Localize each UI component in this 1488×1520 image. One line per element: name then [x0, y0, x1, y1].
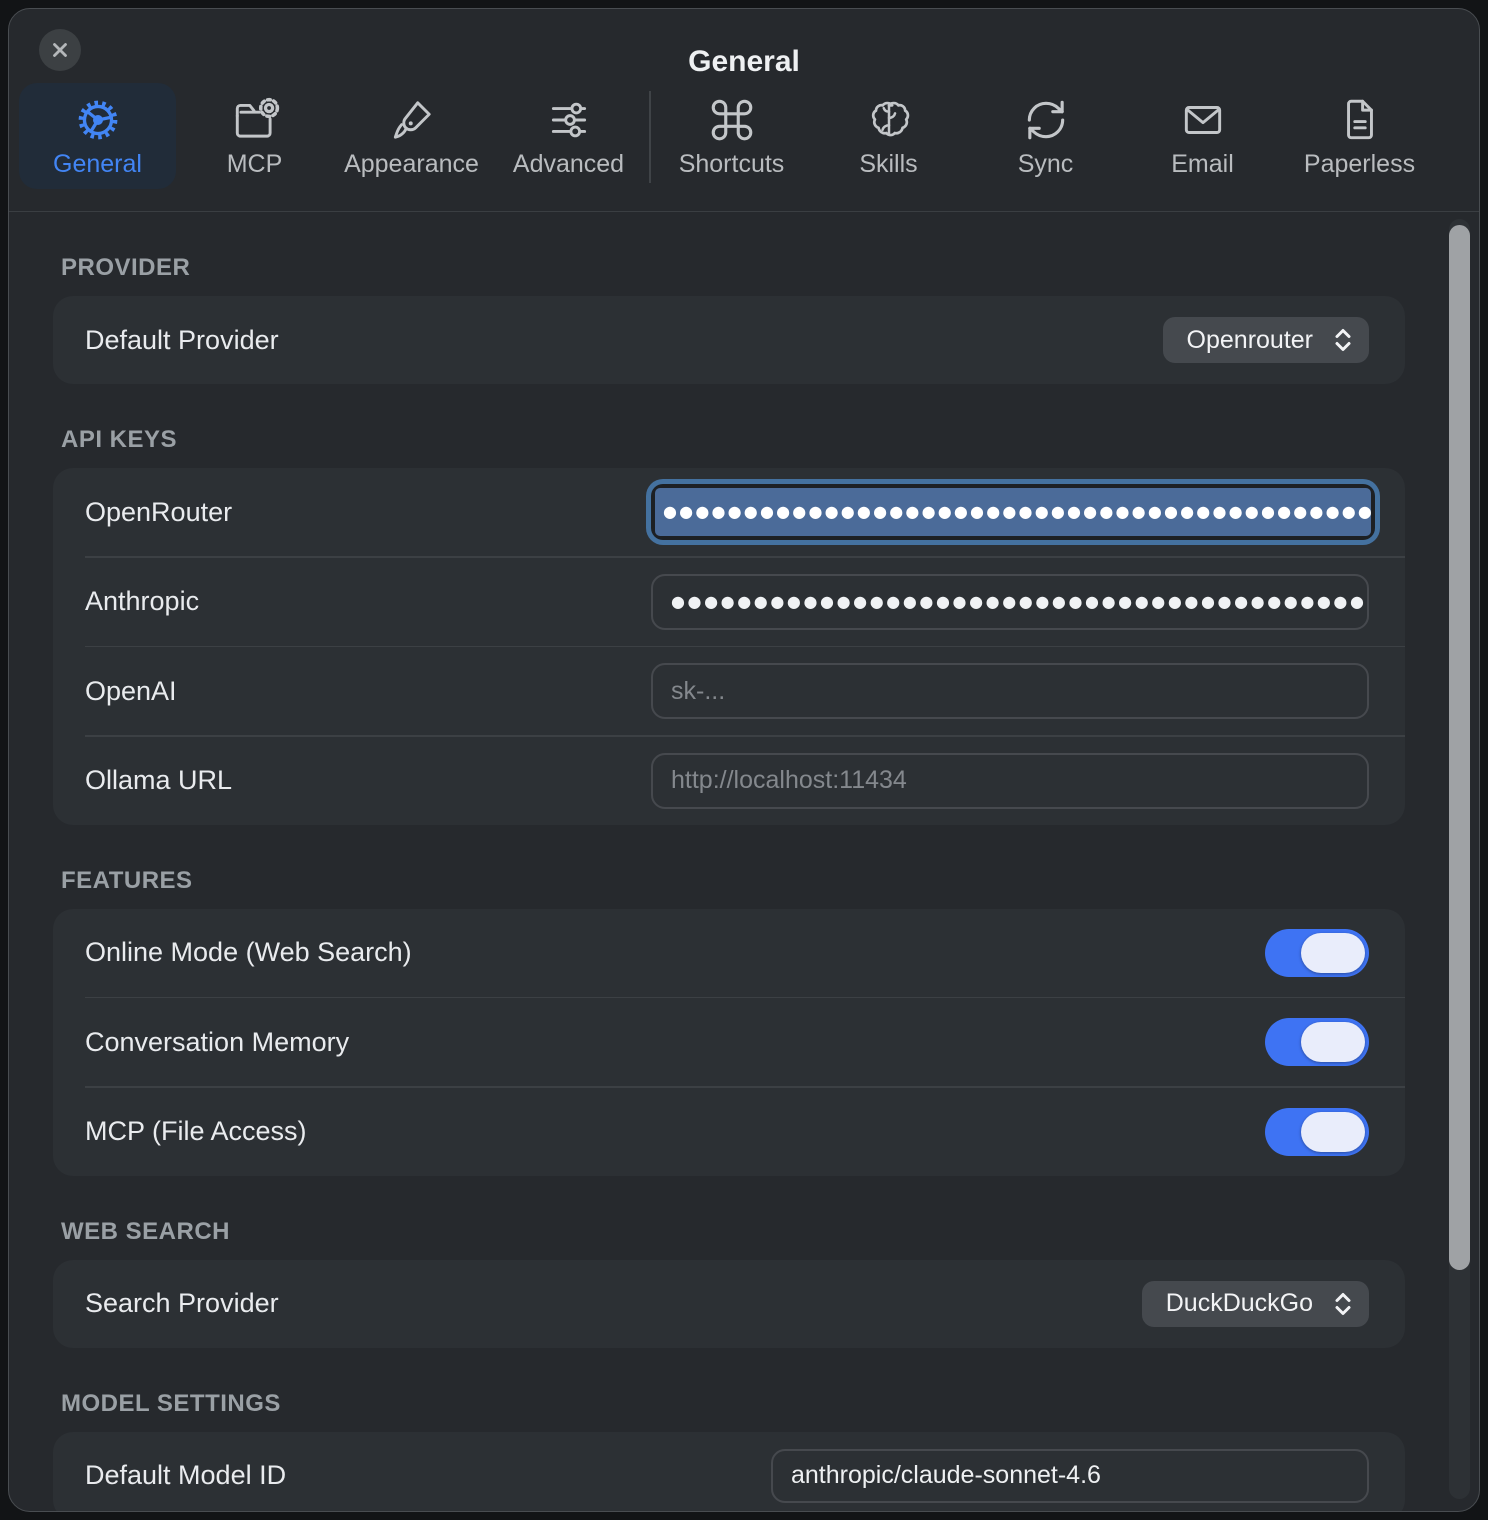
masked-api-key: ●●●●●●●●●●●●●●●●●●●●●●●●●●●●●●●●●●●●●●●●…	[663, 504, 1371, 520]
tab-mcp-label: MCP	[227, 152, 283, 177]
toggle-knob	[1301, 933, 1365, 973]
conversation-memory-toggle[interactable]	[1265, 1018, 1369, 1066]
tab-general-label: General	[53, 152, 142, 177]
toolbar-divider	[649, 91, 651, 183]
toggle-knob	[1301, 1112, 1365, 1152]
default-model-label: Default Model ID	[85, 1460, 286, 1491]
default-provider-label: Default Provider	[85, 325, 279, 356]
page-title: General	[9, 9, 1479, 81]
paintbrush-icon	[387, 95, 437, 145]
tab-appearance[interactable]: Appearance	[333, 83, 490, 189]
tab-sync-label: Sync	[1018, 152, 1074, 177]
tab-sync[interactable]: Sync	[967, 83, 1124, 189]
openrouter-key-row: OpenRouter ●●●●●●●●●●●●●●●●●●●●●●●●●●●●●…	[53, 468, 1405, 556]
folder-gear-icon	[230, 95, 280, 145]
section-header-web-search: WEB SEARCH	[61, 1218, 1403, 1246]
online-mode-label: Online Mode (Web Search)	[85, 937, 412, 968]
default-provider-row: Default Provider Openrouter	[53, 296, 1405, 384]
tab-email-label: Email	[1171, 152, 1234, 177]
section-provider: PROVIDER Default Provider Openrouter	[53, 254, 1403, 384]
settings-window: General General	[8, 8, 1480, 1512]
ollama-url-label: Ollama URL	[85, 765, 232, 796]
tab-email[interactable]: Email	[1124, 83, 1281, 189]
anthropic-key-row: Anthropic ●●●●●●●●●●●●●●●●●●●●●●●●●●●●●●…	[53, 558, 1405, 646]
api-keys-card: OpenRouter ●●●●●●●●●●●●●●●●●●●●●●●●●●●●●…	[53, 468, 1405, 825]
section-features: FEATURES Online Mode (Web Search) Conver…	[53, 867, 1403, 1176]
default-model-input[interactable]	[771, 1449, 1369, 1503]
section-header-provider: PROVIDER	[61, 254, 1403, 282]
tab-shortcuts-label: Shortcuts	[679, 152, 785, 177]
title-bar: General	[9, 9, 1479, 79]
openai-key-row: OpenAI	[53, 647, 1405, 735]
brain-icon	[864, 95, 914, 145]
conversation-memory-label: Conversation Memory	[85, 1027, 349, 1058]
online-mode-toggle[interactable]	[1265, 929, 1369, 977]
openai-key-label: OpenAI	[85, 676, 177, 707]
selected-text-highlight: ●●●●●●●●●●●●●●●●●●●●●●●●●●●●●●●●●●●●●●●●…	[655, 488, 1371, 536]
tab-general[interactable]: General	[19, 83, 176, 189]
provider-card: Default Provider Openrouter	[53, 296, 1405, 384]
online-mode-row: Online Mode (Web Search)	[53, 909, 1405, 997]
sliders-icon	[544, 95, 594, 145]
gear-icon	[73, 95, 123, 145]
toggle-knob	[1301, 1022, 1365, 1062]
openrouter-key-label: OpenRouter	[85, 497, 232, 528]
sync-icon	[1021, 95, 1071, 145]
search-provider-select[interactable]: DuckDuckGo	[1142, 1281, 1369, 1327]
mcp-file-access-toggle[interactable]	[1265, 1108, 1369, 1156]
anthropic-key-input[interactable]: ●●●●●●●●●●●●●●●●●●●●●●●●●●●●●●●●●●●●●●●●…	[651, 574, 1369, 630]
openrouter-key-input[interactable]: ●●●●●●●●●●●●●●●●●●●●●●●●●●●●●●●●●●●●●●●●…	[651, 484, 1375, 540]
section-api-keys: API KEYS OpenRouter ●●●●●●●●●●●●●●●●●●●●…	[53, 426, 1403, 825]
mcp-file-access-row: MCP (File Access)	[53, 1088, 1405, 1176]
tab-advanced-label: Advanced	[513, 152, 624, 177]
ollama-url-input[interactable]	[651, 753, 1369, 809]
section-model-settings: MODEL SETTINGS Default Model ID	[53, 1390, 1403, 1513]
section-header-api-keys: API KEYS	[61, 426, 1403, 454]
search-provider-label: Search Provider	[85, 1288, 279, 1319]
settings-content: PROVIDER Default Provider Openrouter API…	[9, 212, 1479, 1512]
section-header-features: FEATURES	[61, 867, 1403, 895]
tab-skills[interactable]: Skills	[810, 83, 967, 189]
section-header-model-settings: MODEL SETTINGS	[61, 1390, 1403, 1418]
tab-skills-label: Skills	[859, 152, 917, 177]
toolbar: General MCP Appearance	[9, 79, 1479, 212]
tab-paperless[interactable]: Paperless	[1281, 83, 1438, 189]
scrollbar-track	[1449, 219, 1470, 1499]
masked-api-key: ●●●●●●●●●●●●●●●●●●●●●●●●●●●●●●●●●●●●●●●●…	[671, 594, 1369, 610]
openai-key-input[interactable]	[651, 663, 1369, 719]
tab-paperless-label: Paperless	[1304, 152, 1415, 177]
document-icon	[1335, 95, 1385, 145]
default-model-row: Default Model ID	[53, 1432, 1405, 1513]
ollama-url-row: Ollama URL	[53, 737, 1405, 825]
anthropic-key-label: Anthropic	[85, 586, 199, 617]
scrollbar-thumb[interactable]	[1449, 225, 1470, 1270]
web-search-card: Search Provider DuckDuckGo	[53, 1260, 1405, 1348]
tab-advanced[interactable]: Advanced	[490, 83, 647, 189]
mcp-file-access-label: MCP (File Access)	[85, 1116, 307, 1147]
command-icon	[707, 95, 757, 145]
chevron-up-down-icon	[1333, 1290, 1353, 1318]
section-web-search: WEB SEARCH Search Provider DuckDuckGo	[53, 1218, 1403, 1348]
model-settings-card: Default Model ID	[53, 1432, 1405, 1513]
conversation-memory-row: Conversation Memory	[53, 998, 1405, 1086]
tab-appearance-label: Appearance	[344, 152, 479, 177]
envelope-icon	[1178, 95, 1228, 145]
tab-shortcuts[interactable]: Shortcuts	[653, 83, 810, 189]
tab-mcp[interactable]: MCP	[176, 83, 333, 189]
chevron-up-down-icon	[1333, 326, 1353, 354]
default-provider-select[interactable]: Openrouter	[1163, 317, 1369, 363]
search-provider-row: Search Provider DuckDuckGo	[53, 1260, 1405, 1348]
features-card: Online Mode (Web Search) Conversation Me…	[53, 909, 1405, 1176]
